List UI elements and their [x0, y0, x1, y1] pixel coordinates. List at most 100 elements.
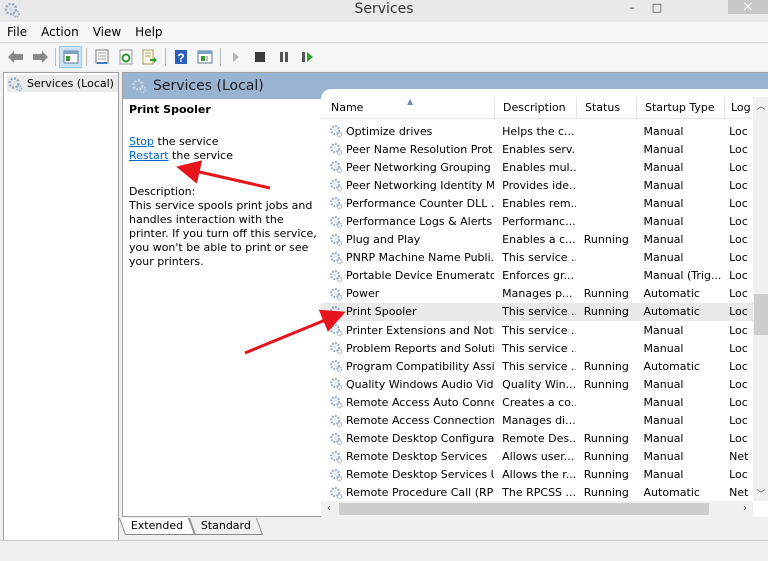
scroll-up-icon[interactable]: ︿	[753, 99, 768, 113]
console-tree: Services (Local)	[3, 72, 119, 542]
refresh-button[interactable]	[114, 46, 137, 68]
service-name-cell: Problem Reports and Soluti...	[321, 341, 494, 355]
gear-icon	[330, 468, 343, 482]
service-status-cell: Running	[583, 468, 629, 482]
forward-icon	[32, 51, 48, 63]
service-row[interactable]: Plug and Play Enables a c... Running Manual…	[321, 231, 753, 249]
horizontal-scroll-thumb[interactable]	[339, 503, 709, 515]
view-tabs: Extended Standard	[118, 518, 264, 536]
pause-service-button[interactable]	[272, 46, 295, 68]
column-header-startup-type[interactable]: Startup Type	[637, 97, 725, 118]
service-row[interactable]: Performance Counter DLL ... Enables rem..…	[321, 194, 753, 212]
service-row[interactable]: Peer Networking Identity M... Provides id…	[321, 176, 753, 194]
service-row[interactable]: Performance Logs & Alerts Performanc... Ma…	[321, 212, 753, 230]
service-row[interactable]: Peer Networking Grouping Enables mul... Ma…	[321, 158, 753, 176]
start-service-icon	[232, 52, 239, 62]
service-startup-type-cell: Manual	[643, 124, 684, 138]
service-detail-panel: Print Spooler Stop the service Restart t…	[129, 103, 319, 269]
show-hide-action-pane-button[interactable]	[193, 46, 216, 68]
service-row[interactable]: Remote Desktop Services U... Allows the r…	[321, 466, 753, 484]
scroll-left-icon[interactable]: ‹	[321, 501, 337, 517]
service-description-cell: This service ...	[502, 359, 576, 373]
maximize-icon: □	[651, 0, 663, 14]
service-row[interactable]: Remote Access Auto Conne... Creates a co.…	[321, 393, 753, 411]
service-row[interactable]: Program Compatibility Assi... This servic…	[321, 357, 753, 375]
service-row[interactable]: Remote Desktop Configurat... Remote Des..…	[321, 430, 753, 448]
column-header-log-on-as[interactable]: Log	[725, 97, 755, 118]
back-button[interactable]	[4, 46, 27, 68]
service-startup-type-cell: Manual	[643, 395, 684, 409]
service-row[interactable]: Printer Extensions and Notif... This serv…	[321, 321, 753, 339]
service-log-on-cell: Loc	[729, 124, 748, 138]
services-pane: Services (Local) Print Spooler Stop the …	[122, 72, 768, 517]
service-log-on-cell: Loc	[729, 305, 748, 319]
maximize-button[interactable]: □	[645, 0, 669, 14]
gear-icon	[330, 233, 343, 246]
help-icon: ?	[174, 50, 187, 65]
service-status-cell: Running	[583, 233, 629, 247]
gear-icon	[8, 76, 23, 91]
service-log-on-cell: Loc	[729, 341, 748, 355]
properties-button[interactable]	[90, 46, 113, 68]
menu-bar: File Action View Help	[0, 22, 768, 43]
stop-service-link[interactable]: Stop	[129, 135, 154, 148]
service-row[interactable]: Portable Device Enumerator... Enforces gr…	[321, 267, 753, 285]
back-icon	[7, 51, 23, 63]
vertical-scrollbar[interactable]: ︿ ﹀	[753, 97, 768, 501]
menu-file[interactable]: File	[0, 22, 34, 42]
service-log-on-cell: Loc	[729, 178, 748, 192]
start-service-button[interactable]	[224, 46, 247, 68]
restart-service-link[interactable]: Restart	[129, 149, 169, 162]
export-list-button[interactable]	[138, 46, 161, 68]
menu-action[interactable]: Action	[34, 22, 86, 42]
service-description-cell: Provides ide...	[502, 178, 576, 192]
service-name-cell: Peer Networking Grouping	[321, 160, 494, 174]
column-header-status[interactable]: Status	[577, 97, 637, 118]
service-description-cell: Enables serv...	[502, 142, 576, 156]
menu-view[interactable]: View	[86, 22, 128, 42]
service-name-cell: Program Compatibility Assi...	[321, 359, 494, 373]
service-row[interactable]: Peer Name Resolution Prot... Enables serv…	[321, 140, 753, 158]
service-row[interactable]: PNRP Machine Name Publi... This service .…	[321, 249, 753, 267]
service-row[interactable]: Remote Desktop Services Allows user... Run…	[321, 448, 753, 466]
service-name-cell: Remote Desktop Services U...	[321, 468, 494, 482]
show-hide-console-tree-button[interactable]	[59, 46, 82, 68]
close-button[interactable]: ✕	[728, 0, 768, 15]
service-row[interactable]: Optimize drives Helps the c... Manual Loc	[321, 122, 753, 140]
service-row[interactable]: Quality Windows Audio Vid... Quality Win.…	[321, 375, 753, 393]
toolbar-separator	[86, 48, 87, 66]
service-row[interactable]: Problem Reports and Soluti... This servic…	[321, 339, 753, 357]
minimize-button[interactable]: –	[620, 0, 644, 14]
service-row[interactable]: Power Manages p... Running Automatic Loc	[321, 285, 753, 303]
stop-service-button[interactable]	[248, 46, 271, 68]
service-log-on-cell: Loc	[729, 269, 748, 283]
menu-help[interactable]: Help	[128, 22, 169, 42]
gear-icon	[330, 378, 343, 391]
scroll-right-icon[interactable]: ›	[737, 501, 753, 517]
service-row[interactable]: Print Spooler This service ... Running Auto…	[321, 302, 753, 322]
service-name-cell: Power	[321, 287, 494, 301]
service-name-cell: Remote Procedure Call (RPC)	[321, 486, 494, 500]
tab-extended[interactable]: Extended	[118, 518, 196, 535]
service-startup-type-cell: Automatic	[643, 287, 700, 301]
service-log-on-cell: Loc	[729, 377, 748, 391]
pane-title: Services (Local)	[153, 78, 264, 94]
service-row[interactable]: Remote Access Connection... Manages di...…	[321, 412, 753, 430]
service-startup-type-cell: Manual	[643, 178, 684, 192]
tab-standard[interactable]: Standard	[189, 518, 264, 535]
service-startup-type-cell: Automatic	[643, 359, 700, 373]
column-header-description[interactable]: Description	[495, 97, 577, 118]
service-startup-type-cell: Manual	[643, 432, 684, 446]
forward-button[interactable]	[28, 46, 51, 68]
vertical-scroll-thumb[interactable]	[754, 294, 768, 335]
service-row[interactable]: Remote Procedure Call (RPC) The RPCSS ...…	[321, 484, 753, 502]
horizontal-scrollbar[interactable]: ‹ ›	[321, 501, 753, 517]
column-header-name[interactable]: ▲ Name	[321, 97, 495, 118]
scroll-down-icon[interactable]: ﹀	[753, 487, 768, 501]
service-startup-type-cell: Manual	[643, 215, 684, 229]
gear-icon	[330, 432, 343, 445]
svg-text:?: ?	[177, 51, 184, 65]
resume-service-button[interactable]	[296, 46, 319, 68]
help-button[interactable]: ?	[169, 46, 192, 68]
tree-item-services-local[interactable]: Services (Local)	[7, 75, 118, 92]
